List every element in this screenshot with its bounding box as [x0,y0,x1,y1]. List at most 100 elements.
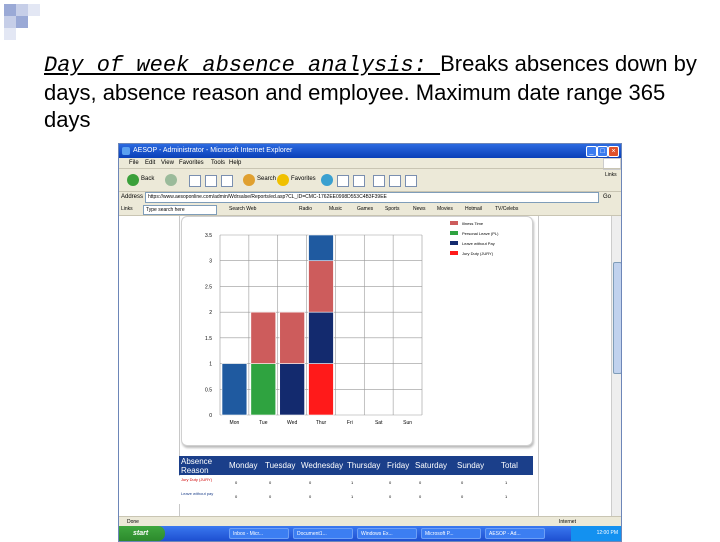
row-reason: Jury Duty (JURY) [181,477,213,482]
row-cell: 1 [505,494,508,499]
y-tick-label: 3 [209,259,212,265]
edit-icon[interactable] [373,175,385,187]
back-label[interactable]: Back [141,176,154,182]
scroll-thumb[interactable] [613,262,621,374]
legend-label: Personal Leave (PL) [462,231,499,236]
taskbar-task[interactable]: Windows Ex... [357,528,417,539]
link-movies[interactable]: Movies [437,203,453,215]
header-tuesday: Tuesday [265,461,296,470]
legend-swatch [450,251,458,255]
link-music[interactable]: Music [329,203,342,215]
bar-segment [250,363,277,416]
header-monday: Monday [229,461,258,470]
decor-square-4 [4,16,16,28]
link-hotmail[interactable]: Hotmail [465,203,482,215]
row-cell: 0 [269,480,272,485]
window-titlebar: AESOP - Administrator - Microsoft Intern… [119,144,621,158]
legend-label: Leave without Pay [462,241,495,246]
y-tick-label: 1.5 [205,336,212,342]
header-saturday: Saturday [415,461,448,470]
bar-segment [250,311,277,364]
link-radio[interactable]: Radio [299,203,312,215]
chart-panel: 0 0.5 1 1.5 2 2.5 3 3.5 Mon Tue Wed Thur Fri Sat Sun Il… [181,216,533,446]
menu-tools[interactable]: Tools [211,158,225,168]
taskbar-task[interactable]: AESOP - Ad... [485,528,545,539]
clock: 12:00 PM [596,530,618,536]
header-reason: Absence Reason [181,457,213,475]
media-icon[interactable] [321,174,333,186]
address-label: Address [121,194,144,200]
row-cell: 0 [461,480,464,485]
stop-icon[interactable] [189,175,201,187]
header-sunday: Sunday [457,461,485,470]
taskbar-task[interactable]: Document1... [293,528,353,539]
toolbar-search-input[interactable]: Type search here [143,205,217,215]
start-button[interactable]: start [119,526,165,541]
bar-segment [279,363,305,416]
windows-taskbar: start Inbox - Micr... Document1... Windows… [119,526,621,541]
x-tick-label: Fri [347,420,353,426]
browser-window: AESOP - Administrator - Microsoft Intern… [118,143,622,542]
menu-view[interactable]: View [161,158,174,168]
home-icon[interactable] [221,175,233,187]
print-icon[interactable] [353,175,365,187]
y-tick-label: 2 [209,310,212,316]
table-row: Leave without pay 0 0 0 1 0 0 0 1 [179,490,533,504]
menu-bar: File Edit View Favorites Tools Help [119,158,621,170]
menu-help[interactable]: Help [229,158,241,168]
forward-icon[interactable] [165,174,177,186]
row-cell: 0 [309,494,312,499]
legend-swatch [450,221,458,225]
decor-square-1 [4,4,16,16]
y-tick-label: 0.5 [205,387,212,393]
search-label[interactable]: Search [257,176,276,182]
legend-label: Illness Time [462,221,484,226]
go-button[interactable]: Go [603,191,611,203]
ie-icon [122,147,130,155]
row-cell: 0 [309,480,312,485]
link-search-web[interactable]: Search Web [229,203,256,215]
link-games[interactable]: Games [357,203,373,215]
slide-heading: Day of week absence analysis: Breaks abs… [44,50,704,133]
bar-segment [308,311,334,364]
link-tv-celebs[interactable]: TV/Celebs [495,203,518,215]
back-icon[interactable] [127,174,139,186]
row-cell: 0 [235,480,238,485]
taskbar-task[interactable]: Inbox - Micr... [229,528,289,539]
refresh-icon[interactable] [205,175,217,187]
minimize-button[interactable]: _ [586,146,597,157]
decor-square-3 [28,4,40,16]
menu-favorites[interactable]: Favorites [179,158,204,168]
row-cell: 0 [389,494,392,499]
address-input[interactable]: https://www.aesoponline.com/admin/Wdrsal… [145,192,599,203]
close-button[interactable]: × [608,146,619,157]
taskbar-task[interactable]: Microsoft P... [421,528,481,539]
header-total: Total [501,461,518,470]
discuss-icon[interactable] [389,175,401,187]
search-icon[interactable] [243,174,255,186]
row-cell: 0 [419,480,422,485]
x-tick-label: Wed [287,420,297,426]
link-sports[interactable]: Sports [385,203,399,215]
link-news[interactable]: News [413,203,426,215]
absence-bar-chart: 0 0.5 1 1.5 2 2.5 3 3.5 Mon Tue Wed Thur Fri Sat Sun Il… [205,221,499,426]
header-thursday: Thursday [347,461,381,470]
mail-icon[interactable] [337,175,349,187]
legend-label: Jury Duty (JURY) [462,251,494,256]
bar-segment [308,363,334,416]
messenger-icon[interactable] [405,175,417,187]
row-cell: 1 [505,480,508,485]
x-tick-label: Mon [230,420,240,426]
y-tick-label: 1 [209,362,212,368]
maximize-button[interactable]: □ [597,146,608,157]
row-cell: 0 [461,494,464,499]
favorites-label[interactable]: Favorites [291,176,316,182]
y-tick-label: 2.5 [205,284,212,290]
x-tick-label: Sun [403,420,412,426]
menu-edit[interactable]: Edit [145,158,155,168]
links-bar: Links Type search here Search Web Radio … [119,203,621,216]
vertical-scrollbar[interactable] [611,216,621,516]
favorites-icon[interactable] [277,174,289,186]
x-tick-label: Thur [316,420,327,426]
menu-file[interactable]: File [129,158,139,168]
